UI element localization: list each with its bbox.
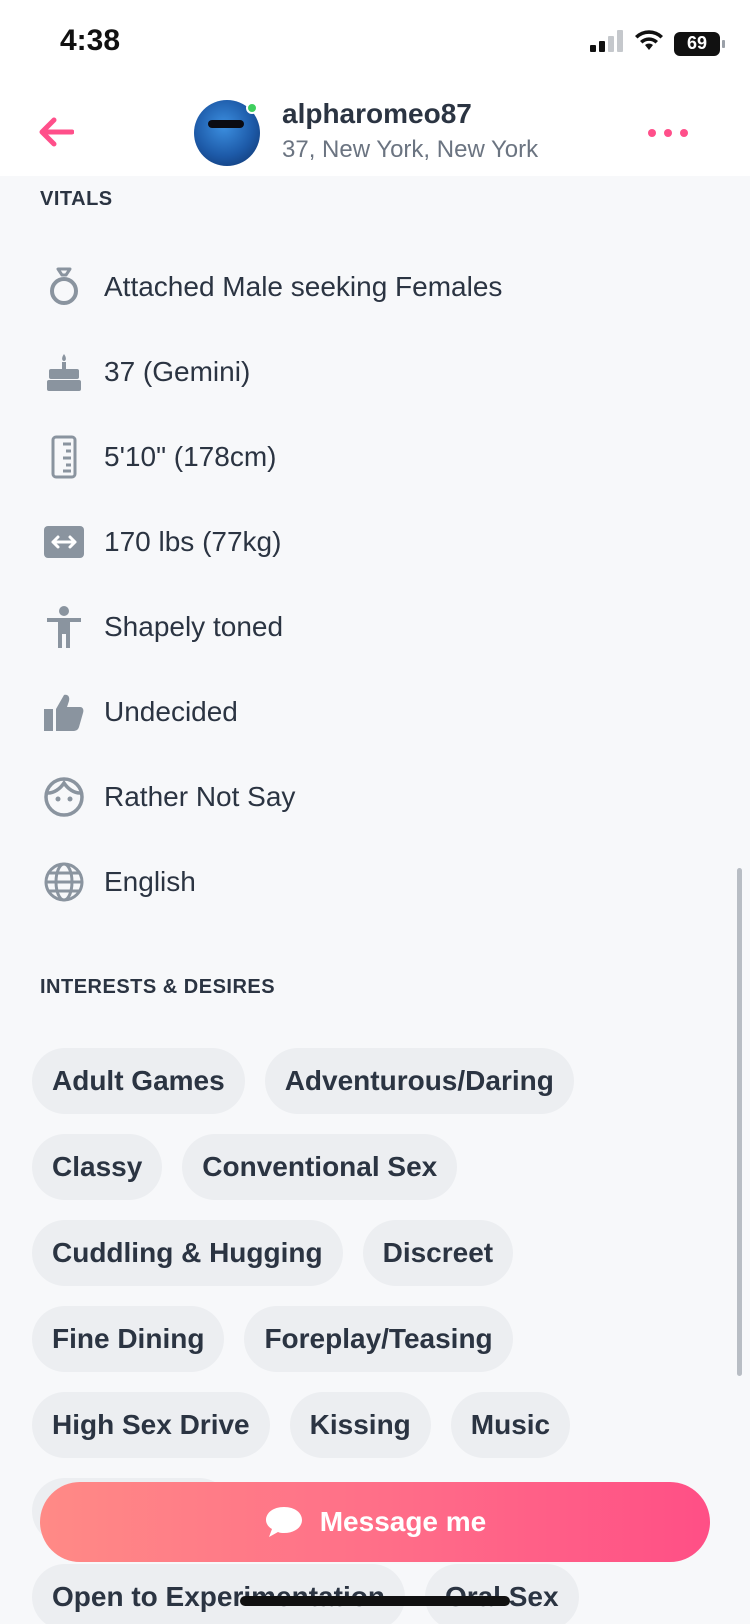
- interest-chip[interactable]: Conventional Sex: [182, 1134, 458, 1200]
- chip-row: Adult Games Adventurous/Daring: [32, 1048, 722, 1114]
- message-me-button[interactable]: Message me: [40, 1482, 710, 1562]
- face-icon: [40, 773, 88, 821]
- interest-chip[interactable]: Foreplay/Teasing: [244, 1306, 513, 1372]
- interest-chip[interactable]: Music: [450, 1392, 571, 1458]
- chip-row: Fine Dining Foreplay/Teasing: [32, 1306, 722, 1372]
- vital-label: 170 lbs (77kg): [104, 526, 282, 557]
- status-icons: 69: [590, 30, 725, 57]
- status-bar: 4:38 69: [0, 0, 750, 88]
- interest-chip[interactable]: Discreet: [362, 1220, 514, 1286]
- ring-icon: [40, 263, 88, 311]
- interests-section-title: INTERESTS & DESIRES: [40, 976, 276, 998]
- interest-chip[interactable]: Cuddling & Hugging: [32, 1220, 343, 1286]
- interest-chip[interactable]: Fine Dining: [32, 1306, 225, 1372]
- interest-chip[interactable]: Open to Experimentation: [32, 1564, 405, 1624]
- interest-chip[interactable]: Oral Sex: [424, 1564, 579, 1624]
- scrollbar[interactable]: [737, 868, 742, 1376]
- chip-row: Classy Conventional Sex: [32, 1134, 722, 1200]
- vital-preference: Undecided: [40, 687, 238, 737]
- interest-chip[interactable]: High Sex Drive: [32, 1392, 270, 1458]
- vital-age: 37 (Gemini): [40, 347, 250, 397]
- chip-row: Open to Experimentation Oral Sex: [32, 1564, 722, 1624]
- vital-relationship: Attached Male seeking Females: [40, 262, 502, 312]
- home-indicator: [240, 1596, 510, 1606]
- vitals-section-title: VITALS: [40, 188, 113, 210]
- message-me-label: Message me: [319, 1506, 487, 1537]
- vital-language: English: [40, 857, 196, 907]
- username[interactable]: alpharomeo87: [282, 98, 472, 130]
- chip-row: Cuddling & Hugging Discreet: [32, 1220, 722, 1286]
- signal-icon: [590, 30, 624, 57]
- vital-label: Shapely toned: [104, 611, 284, 642]
- vital-label: Rather Not Say: [104, 781, 296, 812]
- vital-label: Attached Male seeking Females: [104, 271, 503, 302]
- interest-chip[interactable]: Kissing: [289, 1392, 431, 1458]
- vital-label: English: [104, 866, 196, 897]
- interest-chip[interactable]: Adult Games: [32, 1048, 245, 1114]
- chat-bubble-icon: [265, 1507, 302, 1537]
- more-options-button[interactable]: [648, 118, 688, 148]
- interest-chip[interactable]: Adventurous/Daring: [264, 1048, 574, 1114]
- back-button[interactable]: [34, 110, 78, 154]
- body-type-icon: [40, 603, 88, 651]
- vital-ethnicity: Rather Not Say: [40, 772, 295, 822]
- vital-label: Undecided: [104, 696, 238, 727]
- online-status-dot: [246, 102, 258, 114]
- status-time: 4:38: [60, 24, 121, 57]
- wifi-icon: [634, 30, 664, 57]
- vital-height: 5'10" (178cm): [40, 432, 276, 482]
- user-location: 37, New York, New York: [282, 136, 539, 163]
- ruler-icon: [40, 433, 88, 481]
- thumbs-up-icon: [40, 688, 88, 736]
- chip-row: High Sex Drive Kissing Music: [32, 1392, 722, 1458]
- interest-chip[interactable]: Classy: [32, 1134, 163, 1200]
- vital-body-type: Shapely toned: [40, 602, 283, 652]
- battery-icon: 69: [674, 31, 725, 56]
- profile-header: alpharomeo87 37, New York, New York: [0, 88, 750, 176]
- arrow-left-icon: [39, 117, 74, 147]
- vital-weight: 170 lbs (77kg): [40, 517, 281, 567]
- weight-icon: [40, 518, 88, 566]
- vital-label: 37 (Gemini): [104, 356, 251, 387]
- globe-icon: [40, 858, 88, 906]
- cake-icon: [40, 348, 88, 396]
- vital-label: 5'10" (178cm): [104, 441, 277, 472]
